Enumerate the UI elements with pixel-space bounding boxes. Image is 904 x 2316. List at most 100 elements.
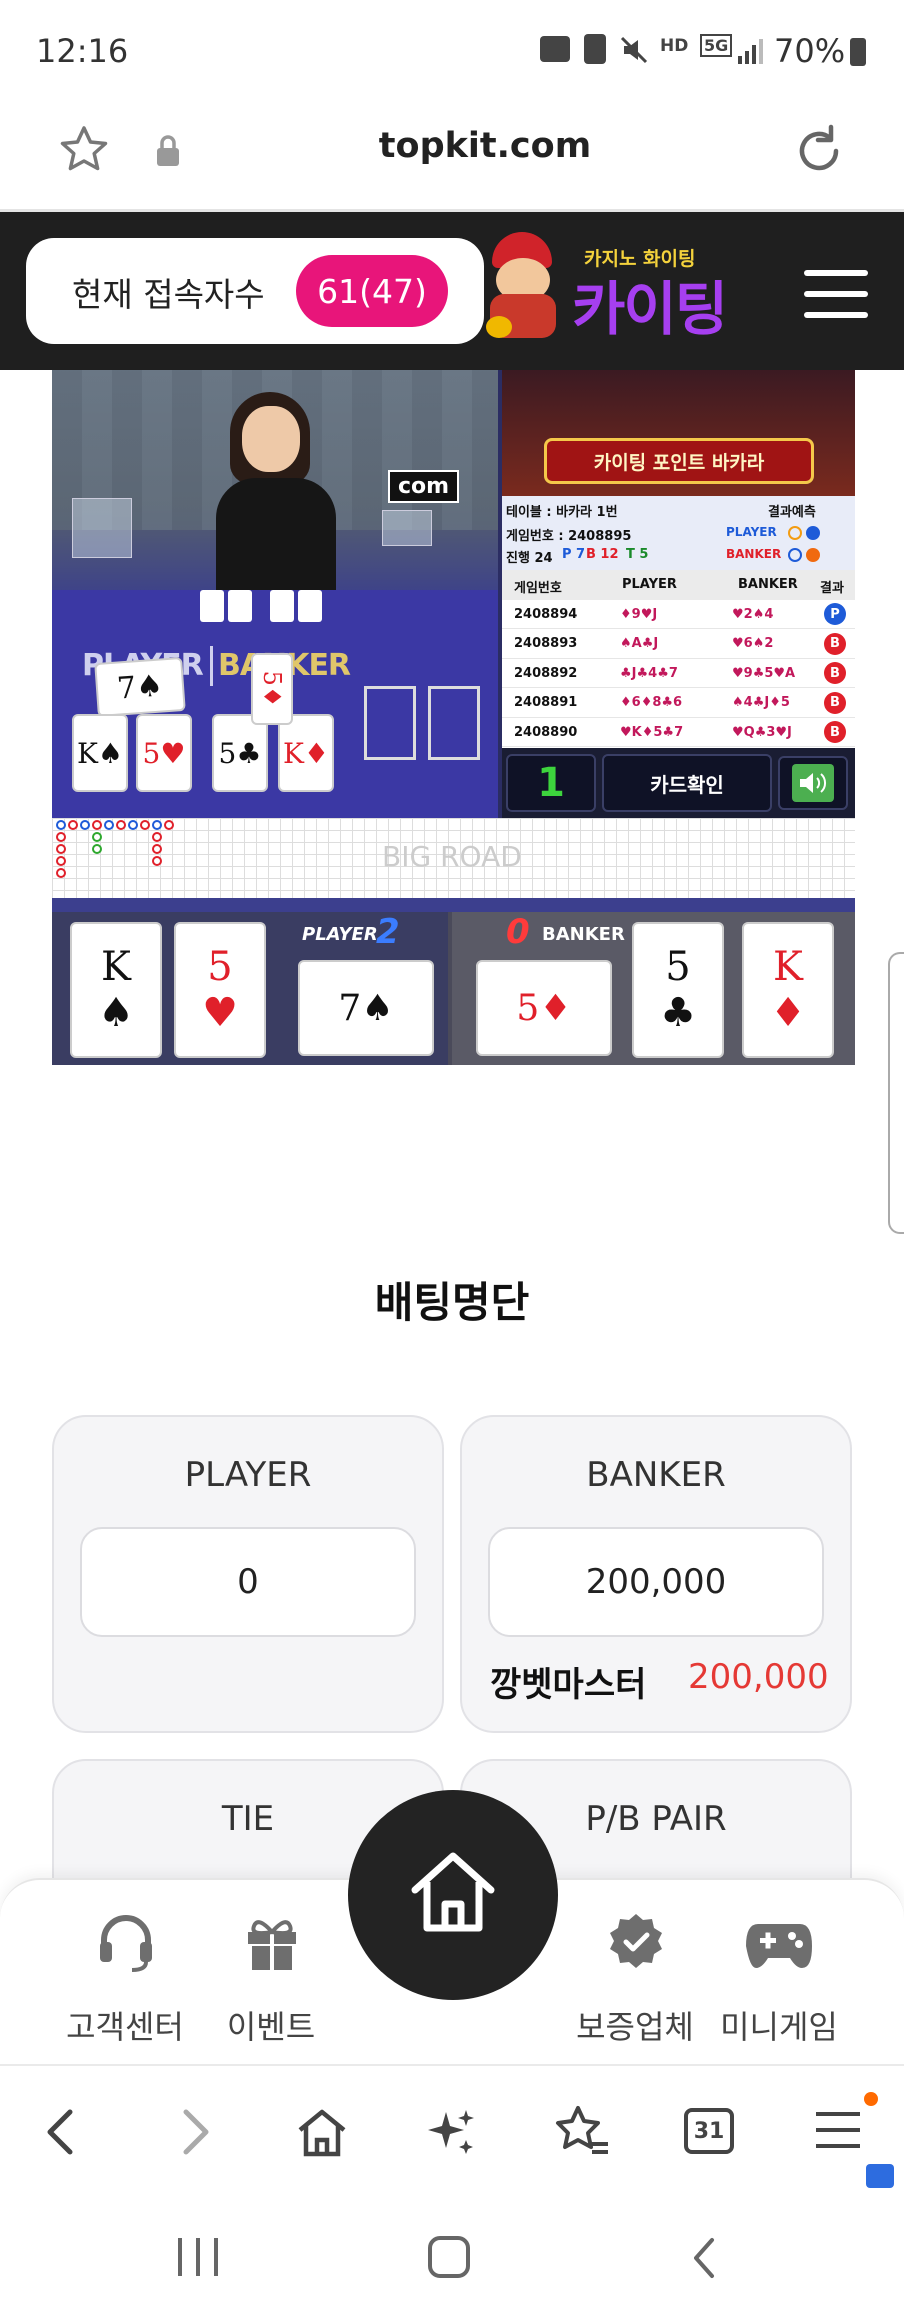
nav-minigame-label: 미니게임 — [720, 2008, 838, 2046]
sound-button[interactable] — [778, 756, 848, 810]
visitor-counter: 현재 접속자수 61(47) — [26, 238, 484, 344]
nav-verified[interactable]: 보증업체 — [560, 1910, 710, 2050]
sparkle-icon[interactable] — [424, 2104, 480, 2160]
browser-menu-icon[interactable] — [816, 2092, 878, 2150]
history-result-badge: B — [824, 691, 846, 714]
table-card-player-1: K ♠ — [72, 714, 128, 792]
system-home-icon[interactable] — [428, 2236, 470, 2278]
bookmarks-icon[interactable] — [552, 2102, 612, 2162]
tabs-count-icon[interactable]: 31 — [684, 2108, 734, 2154]
banker-score: 0 — [506, 912, 530, 952]
home-icon — [411, 1852, 495, 1932]
banker-wins: B 12 — [586, 547, 619, 562]
site-header: 현재 접속자수 61(47) 카지노 화이팅 카이팅 — [0, 212, 904, 370]
speaker-icon — [800, 773, 827, 793]
empty-card-slot — [364, 686, 416, 760]
prediction-player-label: PLAYER — [726, 525, 777, 539]
tie-count: T 5 — [626, 547, 649, 562]
browser-home-icon[interactable] — [294, 2104, 350, 2160]
card-check-button[interactable]: 카드확인 — [602, 754, 772, 812]
history-result-badge: B — [824, 632, 846, 655]
download-badge-icon[interactable] — [866, 2164, 894, 2188]
big-road-board: BIG ROAD — [52, 818, 855, 898]
back-icon[interactable] — [38, 2104, 86, 2160]
player-bet-panel: PLAYER 0 — [52, 1415, 444, 1733]
road-divider — [52, 898, 855, 912]
nav-support-label: 고객센터 — [66, 2008, 184, 2046]
reload-icon[interactable] — [790, 122, 848, 180]
banker-bet-input[interactable]: 200,000 — [488, 1527, 824, 1637]
pred-circle-icon — [788, 526, 802, 540]
battery-percent: 70% — [774, 32, 846, 70]
player-card-3: 7 ♠ — [298, 960, 434, 1056]
history-banker-cards: ♥9♣5♥A — [732, 665, 796, 681]
player-score: 2 — [376, 912, 400, 952]
mascot-logo-icon — [486, 232, 560, 342]
gift-icon — [248, 1920, 296, 1970]
watermark-overlay: com — [388, 470, 460, 503]
banker-card-2: K ♦ — [742, 922, 834, 1058]
history-result-badge: B — [824, 662, 846, 685]
promo-banner-text: 카이팅 포인트 바카라 — [544, 438, 814, 484]
table-cards-small — [200, 580, 360, 622]
table-card-banker-1: 5 ♣ — [212, 714, 268, 792]
history-header: 게임번호 PLAYER BANKER 결과 — [502, 570, 855, 600]
history-row: 2408892 ♣J♣4♣7 ♥9♣5♥A B — [502, 659, 855, 689]
control-bar: 1 카드확인 — [502, 748, 855, 818]
site-bottom-nav: 고객센터 이벤트 보증업체 미니게임 — [0, 1790, 904, 2064]
banker-bet-panel: BANKER 200,000 깡벳마스터 200,000 — [460, 1415, 852, 1733]
big-road-marks — [56, 820, 186, 884]
dealer-video: com PLAYER BANKER 7♠ K♠ 5♥ 5♣ K♦ 5♦ — [52, 370, 498, 818]
history-game-no: 2408894 — [514, 606, 578, 622]
history-game-no: 2408892 — [514, 665, 578, 681]
nav-support[interactable]: 고객센터 — [50, 1910, 200, 2050]
history-row: 2408894 ♦9♥J ♥2♠4 P — [502, 600, 855, 629]
history-player-cards: ♠A♣J — [620, 636, 659, 652]
history-game-no: 2408890 — [514, 724, 578, 740]
nav-event[interactable]: 이벤트 — [196, 1910, 346, 2050]
logo-title[interactable]: 카이팅 — [572, 262, 728, 346]
visitors-count-badge: 61(47) — [296, 255, 448, 327]
player-bet-input[interactable]: 0 — [80, 1527, 416, 1637]
player-bet-label: PLAYER — [184, 1455, 312, 1495]
progress-count: 진행 24 — [506, 551, 553, 566]
table-card-banker-3: 5 ♦ — [251, 653, 293, 725]
nav-minigame[interactable]: 미니게임 — [704, 1910, 854, 2050]
player-card-2: 5 ♥ — [174, 922, 266, 1058]
signal-icon — [738, 39, 763, 64]
browser-url-bar: topkit.com — [0, 100, 904, 212]
promo-banner[interactable]: 카이팅 포인트 바카라 — [502, 370, 855, 496]
dealer-face — [242, 406, 300, 472]
home-fab-button[interactable] — [348, 1790, 558, 2000]
banker-label: BANKER — [542, 924, 625, 945]
betting-list-section: 배팅명단 PLAYER 0 BANKER 200,000 깡벳마스터 200,0… — [0, 1065, 904, 1919]
pred-dot-icon — [806, 526, 820, 540]
hamburger-menu-icon[interactable] — [804, 270, 868, 318]
big-road-label: BIG ROAD — [382, 840, 522, 873]
forward-icon[interactable] — [170, 2104, 218, 2160]
history-row: 2408890 ♥K♦5♣7 ♥Q♣3♥J B — [502, 718, 855, 748]
empty-card-slot — [428, 686, 480, 760]
prediction-title: 결과예측 — [768, 505, 816, 520]
bettor-amount: 200,000 — [688, 1657, 829, 1697]
status-time: 12:16 — [36, 32, 129, 70]
pred-circle-icon — [788, 548, 802, 562]
result-strip: PLAYER 2 0 BANKER K ♠ 5 ♥ 7 ♠ 5 ♦ 5 ♣ K ♦ — [52, 912, 855, 1065]
visitors-label: 현재 접속자수 — [72, 275, 265, 314]
status-bar: 12:16 HD 5G 70% — [0, 0, 904, 100]
system-back-icon[interactable] — [686, 2234, 722, 2282]
history-banker-cards: ♠4♣J♦5 — [732, 695, 790, 711]
live-baccarat-stream: com PLAYER BANKER 7♠ K♠ 5♥ 5♣ K♦ 5♦ 카이팅 … — [52, 370, 855, 1065]
nav-event-label: 이벤트 — [226, 2008, 316, 2046]
recent-apps-icon[interactable] — [176, 2238, 220, 2276]
history-player-cards: ♣J♣4♣7 — [620, 665, 678, 681]
banker-card-1: 5 ♣ — [632, 922, 724, 1058]
banker-card-3: 5 ♦ — [476, 960, 612, 1056]
bookmark-star-icon[interactable] — [56, 122, 112, 178]
history-game-no: 2408891 — [514, 695, 578, 711]
url-text[interactable]: topkit.com — [330, 126, 640, 166]
round-number: 1 — [506, 754, 596, 812]
headset-icon — [100, 1915, 152, 1972]
mute-icon — [620, 36, 648, 64]
gamepad-icon — [746, 1924, 812, 1968]
